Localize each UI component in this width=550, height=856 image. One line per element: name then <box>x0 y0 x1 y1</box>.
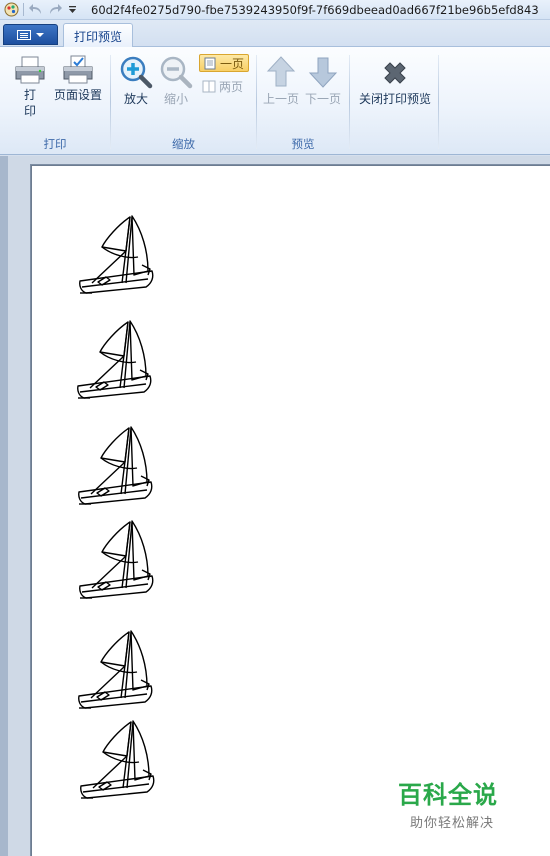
zoom-out-button[interactable]: 缩小 <box>159 55 193 107</box>
print-group: 打印 页面设置 打印 <box>0 47 110 155</box>
group-separator <box>438 55 439 149</box>
tab-print-preview[interactable]: 打印预览 <box>63 23 133 48</box>
window-title: 60d2f4fe0275d790-fbe7539243950f9f-7f669d… <box>91 2 539 17</box>
sailboat-drawing <box>73 718 163 808</box>
app-menu-button[interactable] <box>3 24 58 45</box>
page-setup-label: 页面设置 <box>53 88 102 102</box>
close-group: 关闭打印预览 <box>350 47 438 155</box>
preview-page <box>31 165 550 856</box>
close-print-preview-button[interactable]: 关闭打印预览 <box>354 55 436 107</box>
prev-page-button[interactable]: 上一页 <box>260 55 302 107</box>
next-page-label: 下一页 <box>304 92 341 106</box>
title-bar: 60d2f4fe0275d790-fbe7539243950f9f-7f669d… <box>0 0 550 20</box>
one-page-icon <box>204 57 216 69</box>
zoom-in-button[interactable]: 放大 <box>119 55 153 107</box>
arrow-down-icon <box>308 57 338 88</box>
zoom-out-icon <box>160 56 193 89</box>
watermark-title: 百科全说 <box>398 781 498 809</box>
quick-access-separator <box>23 3 24 16</box>
preview-group: 上一页 下一页 预览 <box>257 47 349 155</box>
prev-page-label: 上一页 <box>262 92 299 106</box>
one-page-label: 一页 <box>220 56 245 71</box>
zoom-group-label: 缩放 <box>172 137 195 151</box>
two-page-button[interactable]: 两页 <box>199 77 249 95</box>
sailboat-drawing <box>70 318 160 408</box>
print-button-label: 打印 <box>23 88 36 118</box>
close-print-preview-label: 关闭打印预览 <box>358 92 431 106</box>
page-setup-icon <box>63 55 93 84</box>
arrow-up-icon <box>266 56 296 87</box>
redo-icon[interactable] <box>45 2 63 18</box>
printer-icon <box>15 56 45 84</box>
quick-access-toolbar <box>0 0 81 20</box>
page-setup-button[interactable]: 页面设置 <box>52 55 104 103</box>
sailboat-drawing <box>72 518 162 608</box>
two-page-icon <box>202 80 216 92</box>
next-page-button[interactable]: 下一页 <box>302 55 344 107</box>
watermark: 百科全说 助你轻松解决 <box>398 775 538 831</box>
zoom-in-icon <box>120 56 153 89</box>
one-page-button[interactable]: 一页 <box>199 54 249 72</box>
ribbon: 打印 页面设置 打印 放大 缩小 一页 两页 缩放 上一页 下一页 预览 关闭打… <box>0 47 550 155</box>
zoom-group: 放大 缩小 一页 两页 缩放 <box>111 47 256 155</box>
preview-left-edge <box>0 156 8 856</box>
paint-app-icon[interactable] <box>2 2 20 18</box>
zoom-out-label: 缩小 <box>163 92 188 106</box>
customize-toolbar-icon[interactable] <box>63 2 81 18</box>
print-group-label: 打印 <box>43 137 67 151</box>
watermark-subtitle: 助你轻松解决 <box>410 816 495 831</box>
zoom-in-label: 放大 <box>123 92 148 106</box>
print-preview-area[interactable] <box>0 156 550 856</box>
sailboat-drawing <box>71 628 161 718</box>
sailboat-drawing <box>72 213 162 303</box>
sailboat-drawing <box>71 424 161 514</box>
print-button[interactable]: 打印 <box>11 55 49 119</box>
two-page-label: 两页 <box>219 79 244 94</box>
ribbon-tab-row: 打印预览 <box>0 20 550 48</box>
close-icon <box>384 62 406 84</box>
menu-icon <box>17 29 31 40</box>
chevron-down-icon <box>36 32 44 37</box>
undo-icon[interactable] <box>27 2 45 18</box>
preview-group-label: 预览 <box>291 137 315 151</box>
